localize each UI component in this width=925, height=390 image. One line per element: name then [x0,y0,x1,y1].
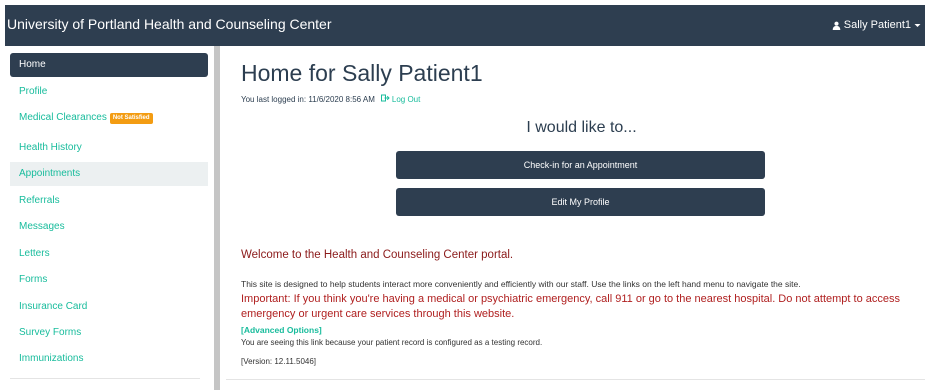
page-title: Home for Sally Patient1 [241,60,483,86]
site-description: This site is designed to help students i… [241,279,801,289]
action-prompt: I would like to... [526,119,637,136]
sidebar-item-immunizations[interactable]: Immunizations [10,347,208,371]
user-icon [832,21,841,30]
sidebar: Home Profile Medical Clearances Not Satis… [0,46,220,390]
sidebar-item-messages[interactable]: Messages [10,215,208,239]
check-in-button[interactable]: Check-in for an Appointment [396,151,765,179]
sidebar-item-referrals[interactable]: Referrals [10,189,208,213]
sign-out-icon [380,94,390,104]
sidebar-divider [10,378,200,379]
emergency-warning: Important: If you think you're having a … [241,293,900,320]
sidebar-item-survey-forms[interactable]: Survey Forms [10,321,208,345]
sidebar-item-label: Health History [19,142,82,153]
sidebar-item-label: Appointments [19,168,81,179]
sidebar-item-label: Forms [19,274,48,285]
sidebar-item-appointments[interactable]: Appointments [10,162,208,186]
user-name: Sally Patient1 [843,19,911,31]
user-menu-dropdown[interactable]: Sally Patient1 [832,19,921,31]
sidebar-item-label: Home [19,59,46,70]
logout-link[interactable]: Log Out [380,94,421,104]
top-navbar: University of Portland Health and Counse… [5,5,925,46]
sidebar-item-label: Medical Clearances [19,112,107,123]
sidebar-item-profile[interactable]: Profile [10,80,208,104]
main-content: Home for Sally Patient1 You last logged … [226,46,925,390]
status-badge: Not Satisfied [109,113,153,124]
sidebar-item-label: Immunizations [19,353,84,364]
advanced-options-link[interactable]: [Advanced Options] [241,325,322,335]
sidebar-item-label: Survey Forms [19,327,82,338]
brand-title[interactable]: University of Portland Health and Counse… [7,16,332,32]
sidebar-item-label: Messages [19,221,65,232]
sidebar-item-medical-clearances[interactable]: Medical Clearances Not Satisfied [10,106,208,130]
logout-label: Log Out [391,94,421,104]
sidebar-item-home[interactable]: Home [10,53,208,77]
sidebar-item-letters[interactable]: Letters [10,242,208,266]
sidebar-item-insurance-card[interactable]: Insurance Card [10,295,208,319]
version-label: [Version: 12.11.5046] [241,357,317,366]
caret-down-icon [914,23,921,28]
sidebar-item-label: Letters [19,248,50,259]
sidebar-item-health-history[interactable]: Health History [10,136,208,160]
sidebar-item-label: Referrals [19,195,60,206]
last-login-text: You last logged in: 11/6/2020 8:56 AM [241,94,375,104]
sidebar-item-label: Profile [19,86,48,97]
content-divider [226,379,925,380]
last-login-info: You last logged in: 11/6/2020 8:56 AM Lo… [241,94,420,104]
welcome-message: Welcome to the Health and Counseling Cen… [241,249,514,261]
sidebar-item-forms[interactable]: Forms [10,268,208,292]
testing-record-note: You are seeing this link because your pa… [241,338,543,347]
sidebar-item-label: Insurance Card [19,301,88,312]
edit-profile-button[interactable]: Edit My Profile [396,188,765,216]
